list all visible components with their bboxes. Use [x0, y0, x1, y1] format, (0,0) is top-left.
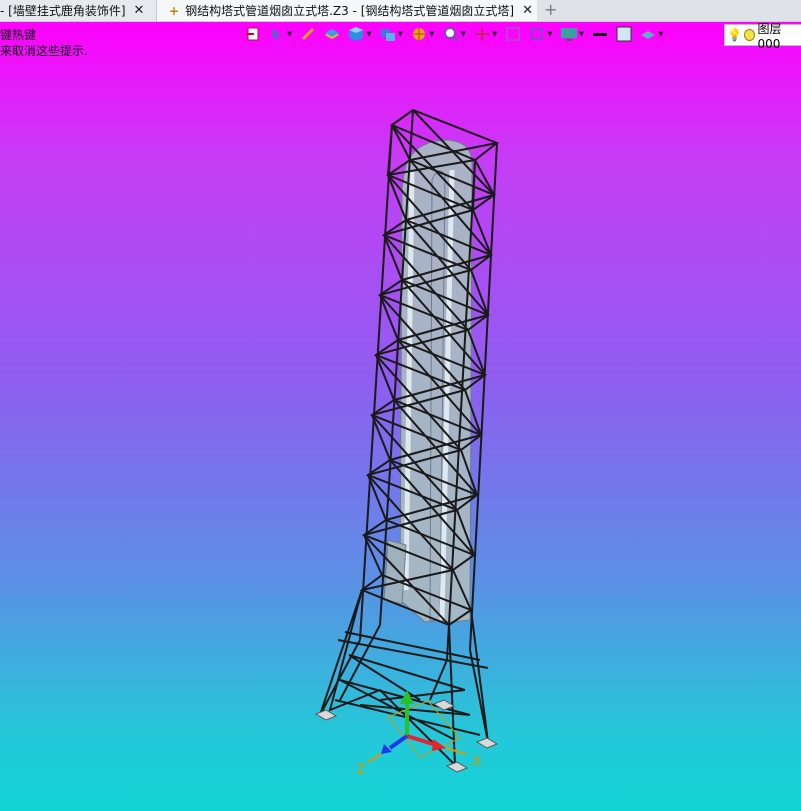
- z-axis-label: Z: [356, 762, 366, 778]
- tab-label: 钢结构塔式管道烟囱立式塔.Z3 - [钢结构塔式管道烟囱立式塔]: [185, 4, 515, 18]
- close-tab-icon[interactable]: ✕: [522, 3, 533, 18]
- z-axis: [388, 734, 409, 750]
- steel-tower-model[interactable]: X Z: [0, 22, 801, 811]
- modified-indicator-icon: +: [169, 3, 180, 18]
- tab-label: - [墙壁挂式鹿角装饰件]: [0, 4, 126, 18]
- new-tab-button[interactable]: +: [544, 0, 557, 21]
- x-axis-label: X: [472, 754, 482, 770]
- tab-steel-tower[interactable]: + 钢结构塔式管道烟囱立式塔.Z3 - [钢结构塔式管道烟囱立式塔] ✕: [157, 0, 537, 21]
- tab-bar: - [墙壁挂式鹿角装饰件] ✕ + 钢结构塔式管道烟囱立式塔.Z3 - [钢结构…: [0, 0, 801, 22]
- tab-deer-antler[interactable]: - [墙壁挂式鹿角装饰件] ✕: [0, 0, 157, 21]
- close-tab-icon[interactable]: ✕: [134, 3, 145, 18]
- x-axis-arrow-icon: [432, 739, 446, 751]
- coordinate-axes: X Z: [356, 690, 482, 778]
